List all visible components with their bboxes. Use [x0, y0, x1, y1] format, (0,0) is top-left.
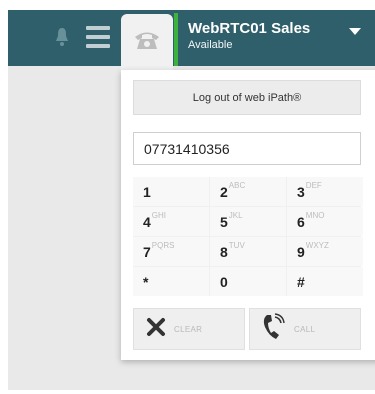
- key-4[interactable]: 4 GHI: [133, 207, 209, 236]
- clear-label: CLEAR: [174, 324, 203, 334]
- key-3[interactable]: 3 DEF: [287, 177, 363, 206]
- call-label: CALL: [294, 324, 316, 334]
- key-9[interactable]: 9 WXYZ: [287, 237, 363, 266]
- handset-icon: [262, 312, 286, 346]
- key-0[interactable]: 0: [210, 267, 286, 296]
- account-status: Available: [188, 39, 233, 51]
- logout-button[interactable]: Log out of web iPath®: [133, 80, 361, 115]
- top-bar: WebRTC01 Sales Available: [8, 10, 375, 66]
- key-8[interactable]: 8 TUV: [210, 237, 286, 266]
- key-2[interactable]: 2 ABC: [210, 177, 286, 206]
- app-background: WebRTC01 Sales Available Log out of web …: [8, 10, 375, 390]
- dialer-actions: CLEAR CALL: [133, 308, 361, 350]
- key-1[interactable]: 1: [133, 177, 209, 206]
- caret-down-icon[interactable]: [349, 28, 361, 35]
- phone-tab[interactable]: [121, 14, 173, 70]
- account-info: WebRTC01 Sales Available: [188, 20, 310, 53]
- phone-number-input[interactable]: [133, 132, 361, 165]
- phone-icon: [132, 29, 162, 56]
- clear-button[interactable]: CLEAR: [133, 308, 245, 350]
- status-accent: [174, 13, 178, 66]
- key-6[interactable]: 6 MNO: [287, 207, 363, 236]
- dialer-panel: Log out of web iPath® 1 2ABC 3DEF 4GHI 5…: [121, 70, 375, 360]
- bell-icon[interactable]: [54, 26, 70, 48]
- key-7[interactable]: 7 PQRS: [133, 237, 209, 266]
- key-star[interactable]: *: [133, 267, 209, 296]
- clear-icon: [146, 317, 166, 342]
- key-hash[interactable]: #: [287, 267, 363, 296]
- key-5[interactable]: 5 JKL: [210, 207, 286, 236]
- menu-icon[interactable]: [86, 26, 110, 48]
- keypad: 1 2 ABC 3 DEF 4 GHI 5 JKL 6 MNO 7 PQRS 8 TUV 9W…: [133, 177, 363, 296]
- call-button[interactable]: CALL: [249, 308, 361, 350]
- account-name: WebRTC01 Sales: [188, 20, 311, 37]
